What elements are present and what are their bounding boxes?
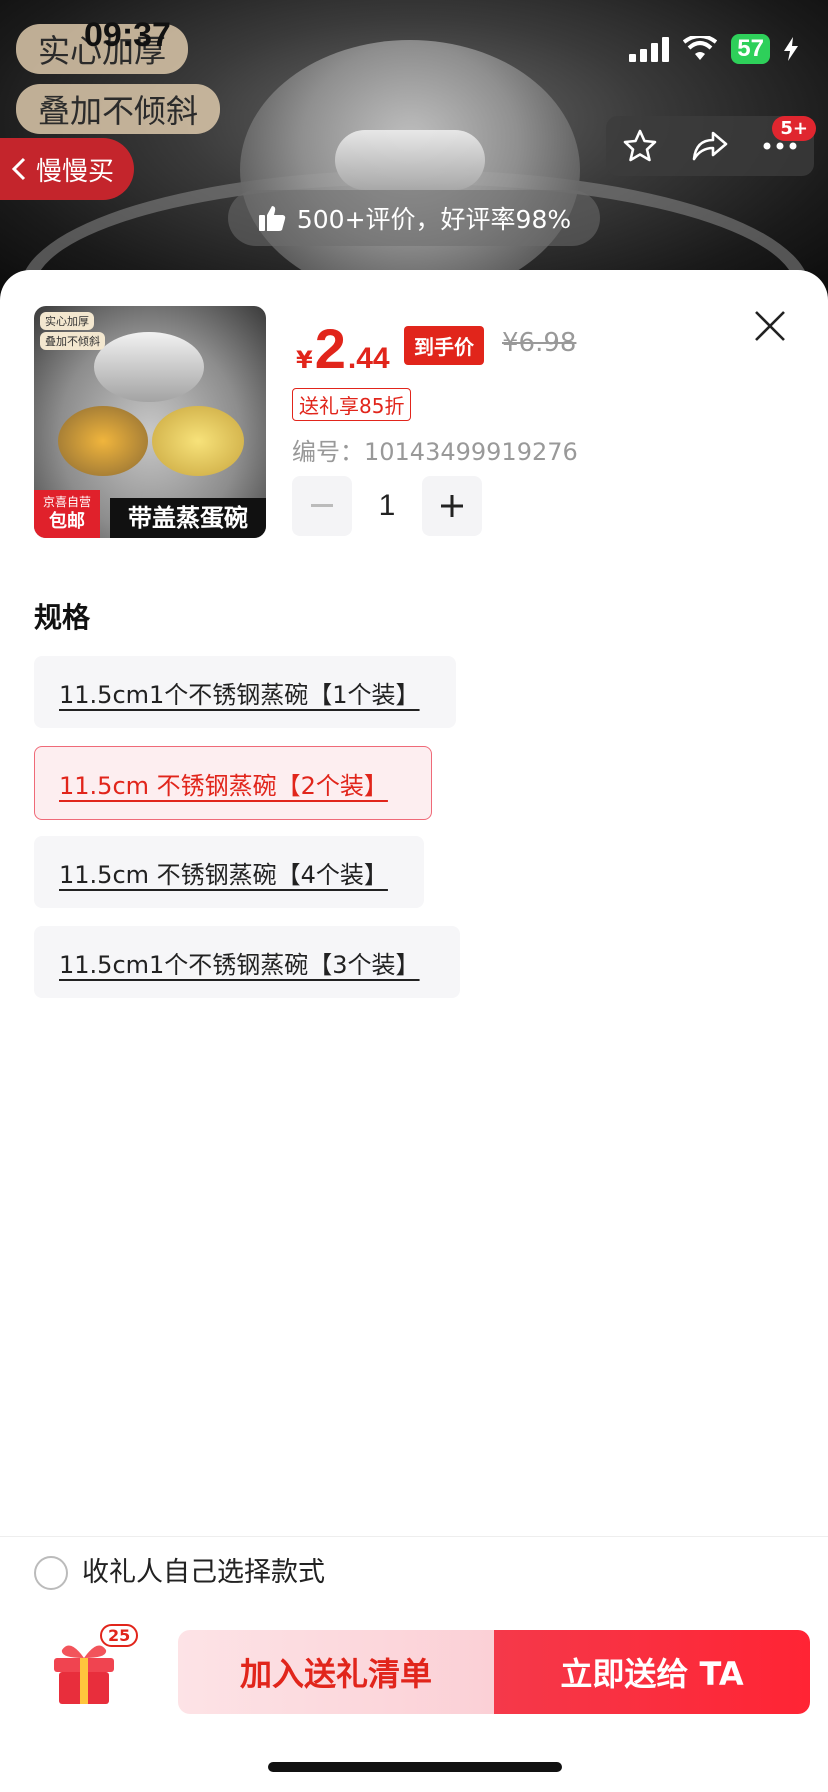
plus-icon [441,495,463,517]
minus-icon [311,504,333,507]
original-price: ¥6.98 [502,328,577,358]
status-indicators: 57 [629,34,798,64]
quantity-stepper: 1 [292,476,482,536]
spec-option-2pack[interactable]: 11.5cm 不锈钢蒸碗【2个装】 [34,746,432,820]
self-select-radio[interactable] [34,1556,68,1590]
more-notification-badge: 5+ [772,116,816,141]
jd-tag-bottom: 包邮 [49,511,85,532]
price-decimal: .44 [347,342,390,375]
hero-tag-stack: 叠加不倾斜 [16,84,221,134]
price-currency: ¥ [296,346,313,374]
rating-text: 500+评价，好评率98% [296,205,572,234]
wifi-icon [683,36,718,60]
charging-bolt-icon [784,37,798,61]
spec-section-title: 规格 [34,601,91,634]
increase-button[interactable] [422,476,482,536]
status-time: 09:37 [84,16,171,54]
product-thumbnail: 实心加厚 叠加不倾斜 京喜自营 包邮 带盖蒸蛋碗 [34,306,266,538]
sku-number: 编号：10143499919276 [292,438,578,466]
quantity-value[interactable]: 1 [372,489,402,523]
decrease-button[interactable] [292,476,352,536]
battery-indicator: 57 [731,34,770,64]
jd-self-operated-tag: 京喜自营 包邮 [34,490,100,538]
price-display: ¥ 2 .44 [296,316,390,381]
home-indicator[interactable] [268,1762,562,1772]
add-to-gift-list-button[interactable]: 加入送礼清单 [178,1630,494,1714]
share-icon[interactable] [691,129,729,163]
spec-option-4pack[interactable]: 11.5cm 不锈钢蒸碗【4个装】 [34,836,424,908]
cellular-signal-icon [629,36,670,62]
final-price-tag: 到手价 [404,326,484,365]
thumb-bowl-egg [152,406,244,476]
back-button[interactable]: 慢慢买 [0,138,134,200]
spec-option-3pack[interactable]: 11.5cm1个不锈钢蒸碗【3个装】 [34,926,460,998]
rating-summary[interactable]: 500+评价，好评率98% [228,190,600,246]
gift-count-badge: 25 [100,1624,139,1647]
self-select-label[interactable]: 收礼人自己选择款式 [82,1556,325,1590]
product-hero-image: 实心加厚 叠加不倾斜 09:37 57 慢慢买 5+ 500+评价，好评率98% [0,0,828,300]
price-integer: 2 [314,317,346,380]
chevron-left-icon [11,157,26,181]
more-icon[interactable] [762,141,798,151]
spec-option-1pack[interactable]: 11.5cm1个不锈钢蒸碗【1个装】 [34,656,456,728]
star-favorite-icon[interactable] [622,128,658,164]
send-gift-now-button[interactable]: 立即送给 TA [494,1630,810,1714]
thumb-bowl-corn [58,406,148,476]
gift-discount-badge: 送礼享85折 [292,388,412,421]
jd-tag-top: 京喜自营 [42,495,91,509]
pot-knob-shape [335,130,485,190]
thumbs-up-icon [258,206,286,231]
thumb-tag-stack: 叠加不倾斜 [40,332,105,350]
close-icon[interactable] [750,306,790,346]
thumb-caption: 带盖蒸蛋碗 [110,498,266,538]
thumb-lid-shape [94,332,204,402]
thumb-tag-thick: 实心加厚 [40,312,94,330]
footer-divider [0,1536,828,1537]
back-button-label: 慢慢买 [36,156,115,187]
